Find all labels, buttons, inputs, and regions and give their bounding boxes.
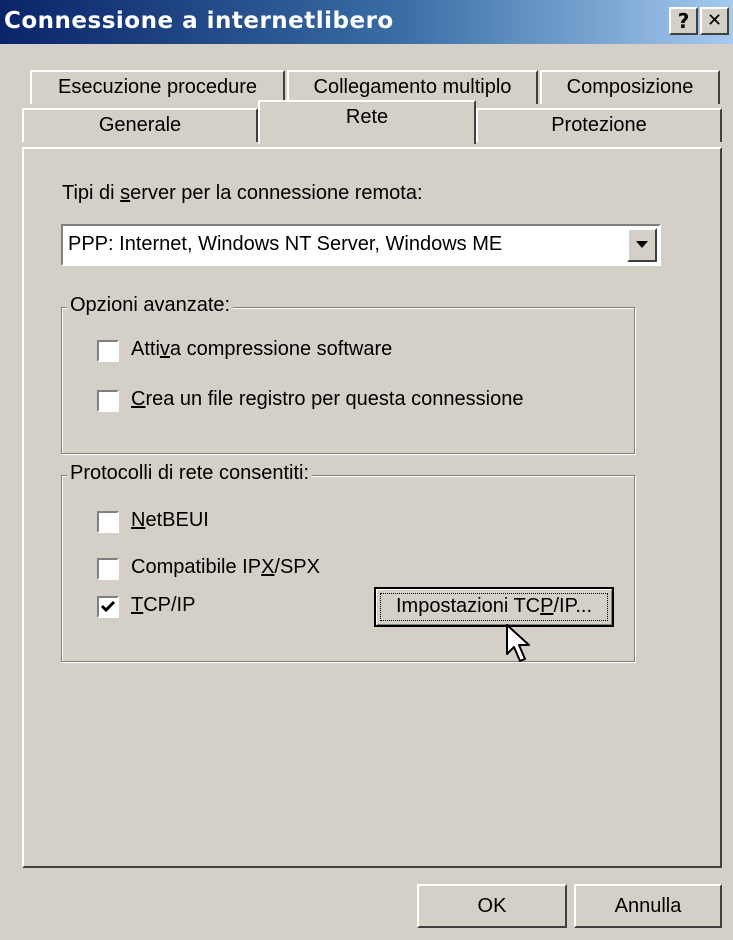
title-bar[interactable]: Connessione a internetlibero ? ✕ <box>0 0 733 44</box>
network-protocols-legend: Protocolli di rete consentiti: <box>67 462 313 485</box>
server-type-select[interactable]: PPP: Internet, Windows NT Server, Window… <box>61 224 661 266</box>
ok-button[interactable]: OK <box>417 884 567 928</box>
ipx-spx-checkbox[interactable] <box>97 558 119 580</box>
compression-checkbox[interactable] <box>97 340 119 362</box>
tab-composizione[interactable]: Composizione <box>540 70 720 104</box>
close-button[interactable]: ✕ <box>700 7 729 35</box>
compression-label[interactable]: Attiva compressione software <box>131 338 392 361</box>
log-file-checkbox[interactable] <box>97 390 119 412</box>
checkmark-icon <box>100 600 116 613</box>
tab-panel-rete: Tipi di server per la connessione remota… <box>22 147 722 868</box>
help-button[interactable]: ? <box>669 7 698 35</box>
advanced-options-group: Opzioni avanzate: Attiva compressione so… <box>61 294 635 454</box>
netbeui-label[interactable]: NetBEUI <box>131 509 209 532</box>
tab-collegamento-multiplo[interactable]: Collegamento multiplo <box>287 70 538 104</box>
dialog-window: Connessione a internetlibero ? ✕ Esecuzi… <box>0 0 733 940</box>
server-type-label: Tipi di server per la connessione remota… <box>62 182 423 204</box>
chevron-down-icon <box>636 241 648 248</box>
log-file-label[interactable]: Crea un file registro per questa conness… <box>131 388 523 411</box>
tcpip-settings-button[interactable]: Impostazioni TCP/IP... <box>374 587 614 627</box>
mouse-cursor-icon <box>506 624 530 662</box>
tab-protezione[interactable]: Protezione <box>476 108 722 142</box>
server-type-value: PPP: Internet, Windows NT Server, Window… <box>68 233 503 255</box>
tab-rete[interactable]: Rete <box>258 100 476 144</box>
tcpip-label[interactable]: TCP/IP <box>131 594 195 617</box>
advanced-options-legend: Opzioni avanzate: <box>67 294 234 317</box>
tab-generale[interactable]: Generale <box>22 108 258 142</box>
dropdown-button[interactable] <box>627 228 657 262</box>
cancel-button[interactable]: Annulla <box>574 884 722 928</box>
ipx-spx-label[interactable]: Compatibile IPX/SPX <box>131 556 320 579</box>
tab-esecuzione-procedure[interactable]: Esecuzione procedure <box>30 70 285 104</box>
netbeui-checkbox[interactable] <box>97 511 119 533</box>
network-protocols-group: Protocolli di rete consentiti: NetBEUI C… <box>61 462 635 662</box>
tcpip-checkbox[interactable] <box>97 596 119 618</box>
focus-rectangle <box>380 593 608 621</box>
window-title: Connessione a internetlibero <box>4 8 394 34</box>
